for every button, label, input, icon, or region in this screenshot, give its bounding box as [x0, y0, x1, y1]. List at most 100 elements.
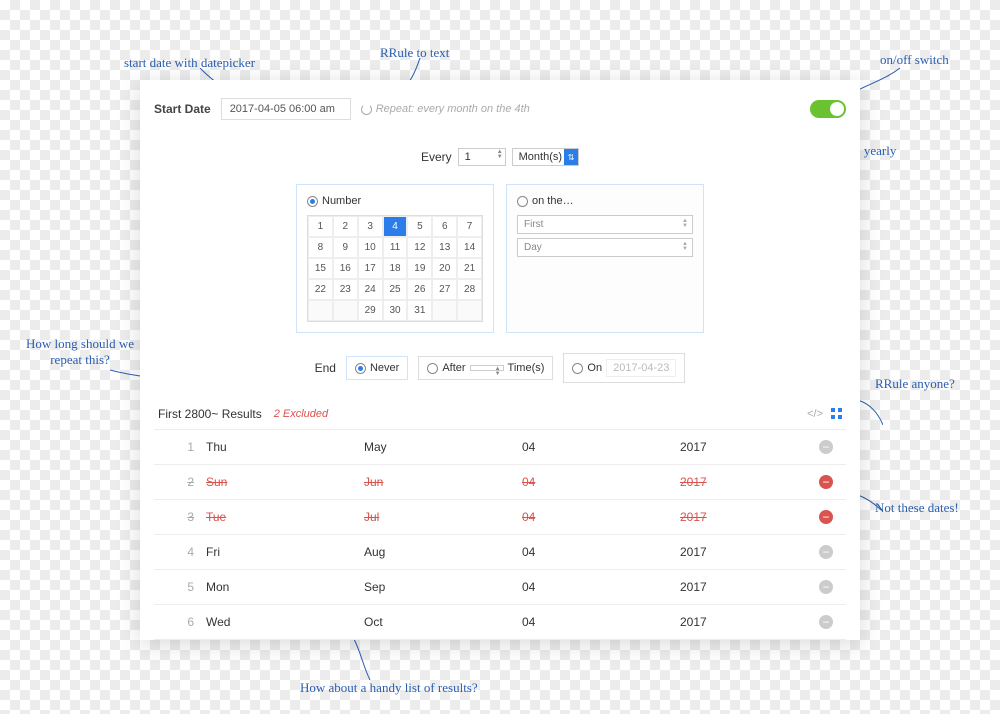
interval-input[interactable]: 1 ▲▼	[458, 148, 506, 166]
day-cell[interactable]: 29	[358, 300, 383, 321]
after-count-input[interactable]: ▲▼	[470, 365, 504, 371]
day-cell[interactable]: 24	[358, 279, 383, 300]
ordinal-select[interactable]: First ▲▼	[517, 215, 693, 234]
radio-icon	[355, 363, 366, 374]
ordinal-value: First	[524, 219, 543, 230]
end-on-date[interactable]: 2017-04-23	[606, 359, 676, 377]
chevron-icon: ▲▼	[682, 242, 688, 252]
minus-icon: −	[819, 545, 833, 559]
day-cell[interactable]: 5	[407, 216, 432, 237]
annotation-rrule-text: RRule to text	[380, 45, 449, 61]
day-cell[interactable]: 1	[308, 216, 333, 237]
day-cell[interactable]: 11	[383, 237, 408, 258]
end-never-label: Never	[370, 362, 399, 374]
row-index: 1	[160, 440, 206, 454]
row-dow: Wed	[206, 615, 364, 629]
row-remove[interactable]: −	[812, 510, 840, 524]
table-row[interactable]: 6WedOct042017−	[154, 605, 846, 640]
row-dow: Tue	[206, 510, 364, 524]
day-cell[interactable]: 19	[407, 258, 432, 279]
row-year: 2017	[680, 510, 812, 524]
day-cell[interactable]: 15	[308, 258, 333, 279]
chevron-icon: ▲▼	[682, 219, 688, 229]
end-on-option[interactable]: On 2017-04-23	[563, 353, 685, 383]
table-row[interactable]: 1ThuMay042017−	[154, 430, 846, 465]
unit-select[interactable]: Month(s) ⇅	[512, 148, 579, 166]
weekday-value: Day	[524, 242, 542, 253]
grid-icon[interactable]	[831, 408, 842, 419]
day-cell[interactable]: 27	[432, 279, 457, 300]
day-cell[interactable]: 25	[383, 279, 408, 300]
weekday-select[interactable]: Day ▲▼	[517, 238, 693, 257]
day-cell[interactable]: 14	[457, 237, 482, 258]
day-cell[interactable]: 7	[457, 216, 482, 237]
day-cell[interactable]: 18	[383, 258, 408, 279]
table-row[interactable]: 3TueJul042017−	[154, 500, 846, 535]
day-cell[interactable]: 8	[308, 237, 333, 258]
minus-icon: −	[819, 580, 833, 594]
enable-toggle[interactable]	[810, 100, 846, 118]
row-remove[interactable]: −	[812, 440, 840, 454]
unit-value: Month(s)	[519, 151, 562, 163]
table-row[interactable]: 5MonSep042017−	[154, 570, 846, 605]
day-cell[interactable]: 17	[358, 258, 383, 279]
on-the-panel: on the… First ▲▼ Day ▲▼	[506, 184, 704, 333]
refresh-icon	[361, 104, 372, 115]
end-never-option[interactable]: Never	[346, 356, 408, 380]
onthe-radio[interactable]	[517, 196, 528, 207]
day-cell[interactable]: 6	[432, 216, 457, 237]
annotation-howlong: How long should we repeat this?	[25, 336, 135, 368]
row-index: 3	[160, 510, 206, 524]
day-cell[interactable]: 20	[432, 258, 457, 279]
stepper-icon: ▲▼	[497, 150, 503, 160]
end-after-label: After	[442, 362, 465, 374]
day-cell[interactable]: 9	[333, 237, 358, 258]
results-table: 1ThuMay042017−2SunJun042017−3TueJul04201…	[154, 430, 846, 640]
day-cell[interactable]: 13	[432, 237, 457, 258]
row-year: 2017	[680, 545, 812, 559]
row-year: 2017	[680, 580, 812, 594]
day-cell[interactable]: 23	[333, 279, 358, 300]
bymonth-panels: Number 123456789101112131415161718192021…	[154, 184, 846, 333]
day-cell[interactable]: 16	[333, 258, 358, 279]
row-remove[interactable]: −	[812, 615, 840, 629]
code-icon[interactable]: </>	[807, 408, 823, 420]
row-remove[interactable]: −	[812, 475, 840, 489]
day-cell[interactable]: 30	[383, 300, 408, 321]
day-cell[interactable]: 28	[457, 279, 482, 300]
number-radio[interactable]	[307, 196, 318, 207]
rrule-summary-text: Repeat: every month on the 4th	[376, 103, 530, 115]
row-remove[interactable]: −	[812, 580, 840, 594]
row-day: 04	[522, 440, 680, 454]
day-cell[interactable]: 10	[358, 237, 383, 258]
recurrence-card: Start Date 2017-04-05 06:00 am Repeat: e…	[140, 80, 860, 640]
row-year: 2017	[680, 440, 812, 454]
radio-icon	[572, 363, 583, 374]
minus-icon: −	[819, 440, 833, 454]
row-month: May	[364, 440, 522, 454]
row-day: 04	[522, 510, 680, 524]
row-year: 2017	[680, 615, 812, 629]
day-cell[interactable]: 4	[383, 216, 408, 237]
day-cell[interactable]: 21	[457, 258, 482, 279]
table-row[interactable]: 2SunJun042017−	[154, 465, 846, 500]
day-cell[interactable]: 3	[358, 216, 383, 237]
interval-value: 1	[465, 151, 471, 163]
annotation-notthese: Not these dates!	[875, 500, 959, 516]
row-remove[interactable]: −	[812, 545, 840, 559]
day-cell	[432, 300, 457, 321]
end-after-option[interactable]: After ▲▼ Time(s)	[418, 356, 553, 380]
row-month: Aug	[364, 545, 522, 559]
row-index: 6	[160, 615, 206, 629]
start-date-input[interactable]: 2017-04-05 06:00 am	[221, 98, 351, 120]
number-title: Number	[322, 195, 361, 207]
day-cell[interactable]: 2	[333, 216, 358, 237]
end-times-label: Time(s)	[508, 362, 545, 374]
end-label: End	[315, 361, 336, 375]
day-cell[interactable]: 31	[407, 300, 432, 321]
day-cell[interactable]: 26	[407, 279, 432, 300]
table-row[interactable]: 4FriAug042017−	[154, 535, 846, 570]
day-cell[interactable]: 22	[308, 279, 333, 300]
day-cell[interactable]: 12	[407, 237, 432, 258]
by-number-panel: Number 123456789101112131415161718192021…	[296, 184, 494, 333]
